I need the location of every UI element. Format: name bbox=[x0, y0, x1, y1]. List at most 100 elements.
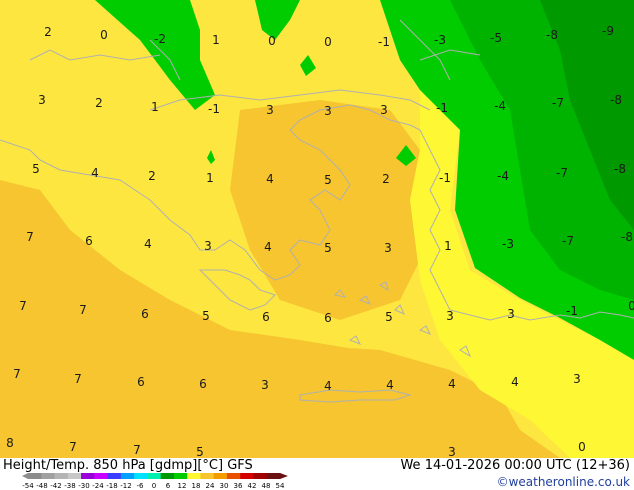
temperature-value: 4 bbox=[264, 240, 272, 254]
temperature-value: 7 bbox=[79, 303, 87, 317]
temperature-value: -1 bbox=[378, 35, 390, 49]
temperature-map: 2 0 -2 1 0 0 -1 -3 -5 -8 -9 3 2 1 -1 3 3 3 -1 -4 -7 -8 5 4 2 1 4 5 2… bbox=[0, 0, 634, 458]
scale-swatch bbox=[240, 473, 254, 479]
temperature-value: 3 bbox=[446, 309, 454, 323]
temperature-value: -7 bbox=[552, 96, 564, 110]
temperature-value: -4 bbox=[494, 99, 506, 113]
temperature-value: 3 bbox=[204, 239, 212, 253]
scale-swatch bbox=[94, 473, 109, 479]
temperature-value: 4 bbox=[448, 377, 456, 391]
temperature-value: 3 bbox=[261, 378, 269, 392]
temperature-value: 7 bbox=[19, 299, 27, 313]
scale-tick-label: 42 bbox=[248, 482, 257, 490]
scale-swatch bbox=[107, 473, 122, 479]
scale-swatch bbox=[200, 473, 215, 479]
temperature-value: -7 bbox=[556, 166, 568, 180]
temperature-value: -1 bbox=[208, 102, 220, 116]
temperature-value: 3 bbox=[380, 103, 388, 117]
temperature-value: 2 bbox=[148, 169, 156, 183]
scale-swatch bbox=[41, 473, 56, 479]
temperature-value: 2 bbox=[382, 172, 390, 186]
scale-arrow-left bbox=[22, 473, 28, 479]
scale-swatch bbox=[253, 473, 268, 479]
scale-tick-label: -54 bbox=[22, 482, 34, 490]
temperature-value: 1 bbox=[444, 239, 452, 253]
temperature-value: -7 bbox=[562, 234, 574, 248]
scale-tick-label: -24 bbox=[92, 482, 104, 490]
temperature-value: 0 bbox=[578, 440, 586, 454]
color-scale-legend: -54 -48 -42 -38 -30 -24 -18 -12 -6 0 6 12 18 24 30 36 42… bbox=[22, 473, 292, 490]
temperature-value: -9 bbox=[602, 24, 614, 38]
temperature-value: 5 bbox=[324, 241, 332, 255]
temperature-value: -1 bbox=[566, 304, 578, 318]
scale-tick-label: -38 bbox=[64, 482, 75, 490]
scale-ticks: -54 -48 -42 -38 -30 -24 -18 -12 -6 0 6 12 18 24 30 36 42… bbox=[22, 482, 285, 490]
scale-tick-label: 30 bbox=[220, 482, 229, 490]
temperature-value: 3 bbox=[384, 241, 392, 255]
temperature-value: 6 bbox=[199, 377, 207, 391]
temperature-value: 5 bbox=[385, 310, 393, 324]
scale-swatch bbox=[187, 473, 201, 479]
scale-swatch bbox=[54, 473, 69, 479]
scale-swatch bbox=[266, 473, 281, 479]
temperature-value: 3 bbox=[448, 445, 456, 458]
temperature-value: 1 bbox=[212, 33, 220, 47]
scale-swatch bbox=[160, 473, 175, 479]
scale-swatch bbox=[213, 473, 228, 479]
scale-tick-label: -6 bbox=[137, 482, 145, 490]
credit-link[interactable]: ©weatheronline.co.uk bbox=[497, 475, 630, 489]
forecast-datetime: We 14-01-2026 00:00 UTC (12+36) bbox=[400, 458, 630, 473]
temperature-value: 6 bbox=[85, 234, 93, 248]
temperature-value: 4 bbox=[386, 378, 394, 392]
temperature-value: 3 bbox=[324, 104, 332, 118]
scale-swatch bbox=[173, 473, 188, 479]
scale-tick-label: 12 bbox=[178, 482, 187, 490]
temperature-value: 4 bbox=[511, 375, 519, 389]
scale-swatch bbox=[81, 473, 95, 479]
temperature-value: -2 bbox=[154, 32, 166, 46]
scale-arrow-right bbox=[280, 473, 288, 479]
temperature-value: 7 bbox=[26, 230, 34, 244]
scale-swatch bbox=[67, 473, 82, 479]
temperature-value: 7 bbox=[13, 367, 21, 381]
temperature-value: 5 bbox=[202, 309, 210, 323]
temperature-value: 4 bbox=[324, 379, 332, 393]
temperature-value: 1 bbox=[151, 100, 159, 114]
temperature-value: 3 bbox=[573, 372, 581, 386]
footer-bar: Height/Temp. 850 hPa [gdmp][°C] GFS We 1… bbox=[0, 458, 634, 490]
temperature-value: 3 bbox=[38, 93, 46, 107]
temperature-value: 6 bbox=[137, 375, 145, 389]
temperature-value: -8 bbox=[610, 93, 622, 107]
color-scale-svg: -54 -48 -42 -38 -30 -24 -18 -12 -6 0 6 12 18 24 30 36 42… bbox=[22, 473, 288, 490]
temperature-value: 0 bbox=[268, 34, 276, 48]
scale-swatch bbox=[147, 473, 162, 479]
temperature-value: 0 bbox=[100, 28, 108, 42]
scale-tick-label: -42 bbox=[50, 482, 61, 490]
temperature-value: -8 bbox=[614, 162, 626, 176]
scale-tick-label: -48 bbox=[36, 482, 47, 490]
temperature-value: -4 bbox=[497, 169, 509, 183]
scale-swatch bbox=[120, 473, 135, 479]
temperature-value: -8 bbox=[546, 28, 558, 42]
temperature-value: 7 bbox=[133, 443, 141, 457]
temperature-value: -8 bbox=[621, 230, 633, 244]
scale-swatch bbox=[134, 473, 148, 479]
temperature-value: 5 bbox=[32, 162, 40, 176]
scale-swatches bbox=[22, 473, 288, 479]
temperature-value: -3 bbox=[502, 237, 514, 251]
scale-swatch bbox=[28, 473, 42, 479]
scale-tick-label: 54 bbox=[276, 482, 285, 490]
temperature-value: 7 bbox=[74, 372, 82, 386]
temperature-value: 5 bbox=[196, 445, 204, 458]
map-canvas: 2 0 -2 1 0 0 -1 -3 -5 -8 -9 3 2 1 -1 3 3 3 -1 -4 -7 -8 5 4 2 1 4 5 2… bbox=[0, 0, 634, 458]
temperature-value: 8 bbox=[6, 436, 14, 450]
temperature-value: 0 bbox=[324, 35, 332, 49]
temperature-value: -3 bbox=[434, 33, 446, 47]
scale-tick-label: 36 bbox=[234, 482, 243, 490]
temperature-value: 5 bbox=[324, 173, 332, 187]
temperature-value: 1 bbox=[206, 171, 214, 185]
temperature-value: 4 bbox=[266, 172, 274, 186]
scale-tick-label: -12 bbox=[120, 482, 131, 490]
temperature-value: -5 bbox=[490, 31, 502, 45]
temperature-value: 3 bbox=[507, 307, 515, 321]
